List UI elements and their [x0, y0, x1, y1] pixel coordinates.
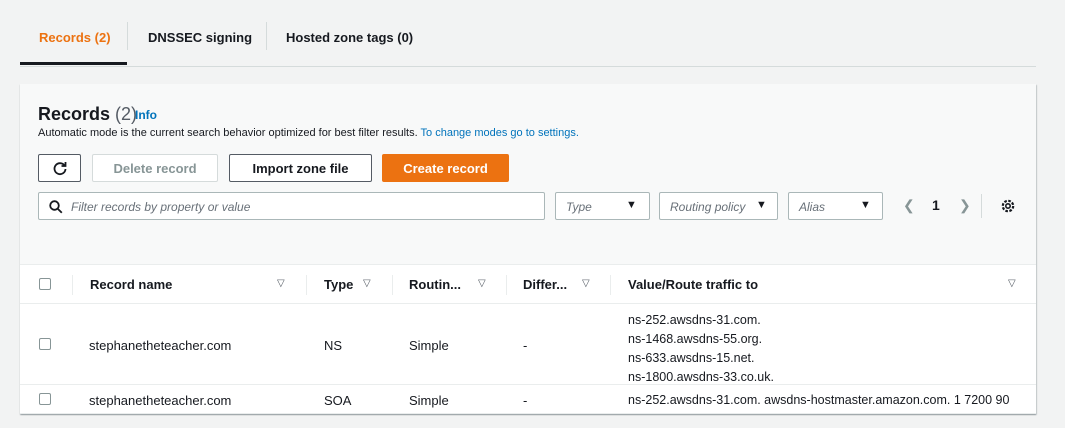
row-checkbox[interactable]: [39, 338, 51, 350]
differentiator-cell: -: [523, 393, 528, 408]
refresh-button[interactable]: [38, 154, 81, 182]
next-page-icon[interactable]: ❯: [959, 197, 971, 214]
column-header-routing[interactable]: Routin...: [409, 277, 461, 292]
record-value-line: ns-252.awsdns-31.com.: [628, 313, 761, 327]
type-filter-label: Type: [566, 200, 592, 214]
pager-divider: [981, 194, 982, 218]
alias-filter-select[interactable]: Alias ▼: [788, 192, 883, 220]
panel-title: Records (2): [38, 104, 137, 125]
record-type-cell: SOA: [324, 393, 352, 408]
record-value-cell: ns-252.awsdns-31.com. ns-1468.awsdns-55.…: [628, 311, 774, 387]
tab-hosted-zone-tags[interactable]: Hosted zone tags (0): [286, 30, 413, 45]
row-checkbox[interactable]: [39, 393, 51, 405]
column-header-value[interactable]: Value/Route traffic to: [628, 277, 758, 292]
create-record-button[interactable]: Create record: [382, 154, 509, 182]
table-row[interactable]: stephanetheteacher.com NS Simple - ns-25…: [20, 304, 1036, 385]
sort-icon[interactable]: ▽: [1008, 278, 1016, 289]
record-value-line: ns-1468.awsdns-55.org.: [628, 332, 763, 346]
record-name-cell: stephanetheteacher.com: [89, 338, 232, 353]
sort-icon[interactable]: ▽: [363, 278, 371, 289]
routing-policy-cell: Simple: [409, 393, 449, 408]
tab-divider: [127, 22, 128, 50]
column-divider: [506, 275, 507, 295]
records-panel: Records (2) Info Automatic mode is the c…: [20, 84, 1036, 414]
sort-icon[interactable]: ▽: [478, 278, 486, 289]
change-modes-link[interactable]: To change modes go to settings.: [421, 127, 579, 139]
records-panel-header: Records (2) Info Automatic mode is the c…: [20, 84, 1036, 264]
refresh-icon: [53, 162, 66, 176]
caret-down-icon: ▼: [860, 199, 871, 211]
column-header-record-name[interactable]: Record name: [90, 277, 172, 292]
caret-down-icon: ▼: [756, 199, 767, 211]
routing-policy-filter-select[interactable]: Routing policy ▼: [659, 192, 778, 220]
description-text: Automatic mode is the current search beh…: [38, 127, 418, 139]
routing-policy-cell: Simple: [409, 338, 449, 353]
previous-page-icon[interactable]: ❮: [903, 197, 915, 214]
tab-divider: [266, 22, 267, 50]
column-header-type[interactable]: Type: [324, 277, 353, 292]
table-header: Record name ▽ Type ▽ Routin... ▽ Differ.…: [20, 264, 1036, 304]
filter-search-input[interactable]: Filter records by property or value: [38, 192, 545, 220]
column-divider: [72, 275, 73, 295]
tab-records[interactable]: Records (2): [39, 30, 111, 45]
delete-record-button[interactable]: Delete record: [92, 154, 218, 182]
panel-title-text: Records: [38, 104, 111, 124]
differentiator-cell: -: [523, 338, 528, 353]
sort-icon[interactable]: ▽: [582, 278, 590, 289]
type-filter-select[interactable]: Type ▼: [555, 192, 650, 220]
page-number[interactable]: 1: [932, 197, 940, 213]
table-row[interactable]: stephanetheteacher.com SOA Simple - ns-2…: [20, 385, 1036, 414]
record-value-cell: ns-252.awsdns-31.com. awsdns-hostmaster.…: [628, 393, 1010, 407]
gear-icon[interactable]: [1000, 198, 1016, 214]
select-all-checkbox[interactable]: [39, 278, 51, 290]
column-divider: [610, 275, 611, 295]
record-value-line: ns-633.awsdns-15.net.: [628, 351, 755, 365]
caret-down-icon: ▼: [626, 199, 637, 211]
search-placeholder: Filter records by property or value: [71, 200, 251, 214]
tab-dnssec-signing[interactable]: DNSSEC signing: [148, 30, 252, 45]
search-icon: [49, 200, 63, 214]
tab-bar: Records (2) DNSSEC signing Hosted zone t…: [20, 0, 1036, 67]
import-zone-file-button[interactable]: Import zone file: [229, 154, 372, 182]
column-divider: [306, 275, 307, 295]
record-name-cell: stephanetheteacher.com: [89, 393, 232, 408]
search-mode-description: Automatic mode is the current search beh…: [38, 127, 579, 139]
column-header-differentiator[interactable]: Differ...: [523, 277, 567, 292]
sort-icon[interactable]: ▽: [277, 278, 285, 289]
active-tab-indicator: [20, 62, 127, 65]
alias-filter-label: Alias: [799, 200, 826, 214]
routing-policy-filter-label: Routing policy: [670, 200, 746, 214]
info-link[interactable]: Info: [135, 108, 157, 122]
panel-title-count: (2): [115, 104, 138, 124]
record-type-cell: NS: [324, 338, 343, 353]
column-divider: [392, 275, 393, 295]
